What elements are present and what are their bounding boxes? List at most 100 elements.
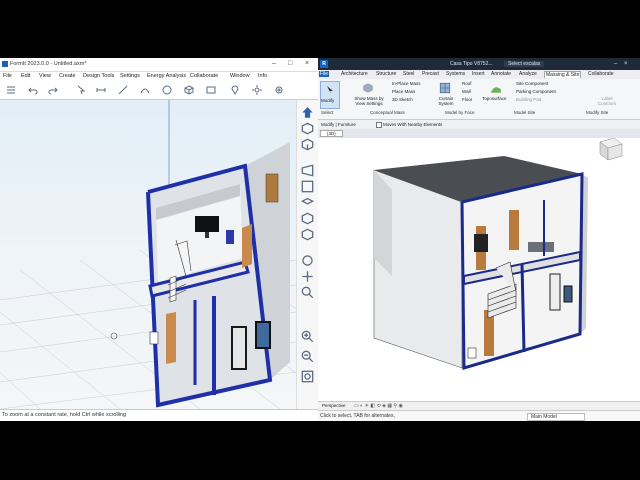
panel-model-by-face: Model by Face (445, 110, 475, 115)
box-icon[interactable] (301, 212, 314, 225)
view-tab-3d[interactable]: {3D} (320, 130, 343, 137)
menu-collaborate[interactable]: Collaborate (190, 73, 218, 79)
maximize-icon[interactable]: □ (288, 60, 292, 67)
place-mass-button[interactable]: Place Mass (392, 89, 415, 94)
title-search[interactable]: Select escalas (504, 61, 545, 67)
menu-window[interactable]: Window (230, 73, 250, 79)
panel-model-site: Model Site (514, 110, 536, 115)
minimize-icon[interactable]: – (614, 61, 617, 67)
tab-steel[interactable]: Steel (402, 71, 415, 77)
zoom-extents-icon[interactable] (301, 370, 314, 383)
menu-edit[interactable]: Edit (21, 73, 30, 79)
status-hint: Click to select, TAB for alternates, (320, 413, 395, 419)
tab-insert[interactable]: Insert (471, 71, 486, 77)
view-cube[interactable] (599, 138, 623, 161)
undo-icon[interactable] (28, 85, 38, 95)
origin-marker (110, 332, 118, 340)
arc-icon[interactable] (140, 85, 150, 95)
settings-icon[interactable] (274, 85, 284, 95)
in-place-mass-button[interactable]: In-Place Mass (392, 81, 421, 86)
tab-file[interactable]: File (319, 71, 330, 77)
tab-structure[interactable]: Structure (375, 71, 397, 77)
parking-component-button[interactable]: Parking Component (516, 89, 556, 94)
curtain-system-label[interactable]: Curtain System (435, 96, 457, 106)
window (563, 285, 573, 303)
show-mass-label[interactable]: Show Mass by View Settings (350, 96, 388, 106)
show-mass-icon[interactable] (362, 82, 374, 94)
pan-icon[interactable] (301, 270, 314, 283)
roof-button[interactable]: Roof (462, 81, 472, 86)
floor-button[interactable]: Floor (462, 97, 472, 102)
tv-unit (474, 234, 488, 252)
projection-label[interactable]: Perspective (322, 403, 346, 408)
tab-collaborate[interactable]: Collaborate (587, 71, 615, 77)
zoom-out-icon[interactable] (301, 350, 314, 363)
minimize-icon[interactable]: – (272, 60, 276, 67)
moves-with-checkbox[interactable] (376, 122, 382, 128)
menu-energy-analysis[interactable]: Energy Analysis (147, 73, 186, 79)
revit-logo-icon[interactable]: R (320, 60, 328, 68)
formit-logo-icon (2, 61, 8, 67)
workset-dropdown[interactable]: Main Model (527, 413, 585, 421)
moves-with-label: Moves With Nearby Elements (383, 122, 443, 127)
chair (226, 230, 234, 244)
location-icon[interactable] (230, 85, 240, 95)
tab-systems[interactable]: Systems (445, 71, 466, 77)
menu-info[interactable]: Info (258, 73, 267, 79)
close-icon[interactable]: × (305, 60, 309, 67)
menu-settings[interactable]: Settings (120, 73, 140, 79)
shadow-icon[interactable] (301, 228, 314, 241)
site-component-button[interactable]: Site Component (516, 81, 548, 86)
formit-model-canvas (0, 100, 296, 409)
door-lower (166, 312, 176, 364)
fridge (549, 273, 561, 311)
redo-icon[interactable] (48, 85, 58, 95)
view-tabs: {3D} (318, 129, 640, 138)
formit-status-bar: To zoom at a constant rate, hold Ctrl wh… (0, 409, 318, 421)
tab-analyze[interactable]: Analyze (518, 71, 538, 77)
view-cube-icon[interactable] (301, 122, 314, 135)
wall-button[interactable]: Wall (462, 89, 471, 94)
tab-massing-site[interactable]: Massing & Site (544, 71, 582, 78)
home-view-icon[interactable] (301, 106, 314, 119)
panel-conceptual-mass: Conceptual Mass (370, 110, 405, 115)
view-cube-alt-icon[interactable] (301, 138, 314, 151)
tab-precast[interactable]: Precast (421, 71, 440, 77)
cube-icon[interactable] (184, 85, 194, 95)
list-icon[interactable] (6, 85, 16, 95)
toposurface-icon[interactable] (490, 82, 502, 94)
orbit-icon[interactable] (301, 254, 314, 267)
rectangle-icon[interactable] (206, 85, 216, 95)
close-icon[interactable]: × (624, 61, 628, 67)
select-icon[interactable] (76, 85, 86, 95)
menu-file[interactable]: File (3, 73, 12, 79)
sun-icon[interactable] (252, 85, 262, 95)
wardrobe (265, 173, 279, 203)
zoom-icon[interactable] (301, 286, 314, 299)
tab-architecture[interactable]: Architecture (340, 71, 369, 77)
revit-3d-viewport[interactable] (318, 138, 640, 401)
line-icon[interactable] (118, 85, 128, 95)
menu-create[interactable]: Create (59, 73, 76, 79)
revit-window: R Casa Tipo V8752... Select escalas – × … (318, 58, 640, 421)
sphere-icon[interactable] (162, 85, 172, 95)
menu-view[interactable]: View (39, 73, 51, 79)
building-pad-button[interactable]: Building Pad (516, 97, 541, 102)
zoom-in-icon[interactable] (301, 330, 314, 343)
toposurface-label[interactable]: Toposurface (482, 96, 507, 101)
3d-sketch-button[interactable]: 3D Sketch (392, 97, 413, 102)
curtain-system-icon[interactable] (439, 82, 451, 94)
formit-3d-viewport[interactable] (0, 100, 296, 409)
layer-icon[interactable] (301, 196, 314, 209)
label-contours-button[interactable]: Label Contours (594, 96, 620, 106)
modify-button[interactable]: Modify (320, 81, 340, 109)
perspective-icon[interactable] (301, 164, 314, 177)
view-toolbar (296, 100, 319, 409)
section-icon[interactable] (301, 180, 314, 193)
tab-annotate[interactable]: Annotate (490, 71, 512, 77)
view-control-icons[interactable]: ▭ ◐ ☀ ◧ ⟲ ◈ ▦ ⚲ ◉ (354, 403, 403, 409)
dimension-icon[interactable] (96, 85, 106, 95)
revit-title-bar: R Casa Tipo V8752... Select escalas – × (318, 58, 640, 70)
menu-design-tools[interactable]: Design Tools (83, 73, 114, 79)
panel-select[interactable]: Select (321, 110, 334, 115)
